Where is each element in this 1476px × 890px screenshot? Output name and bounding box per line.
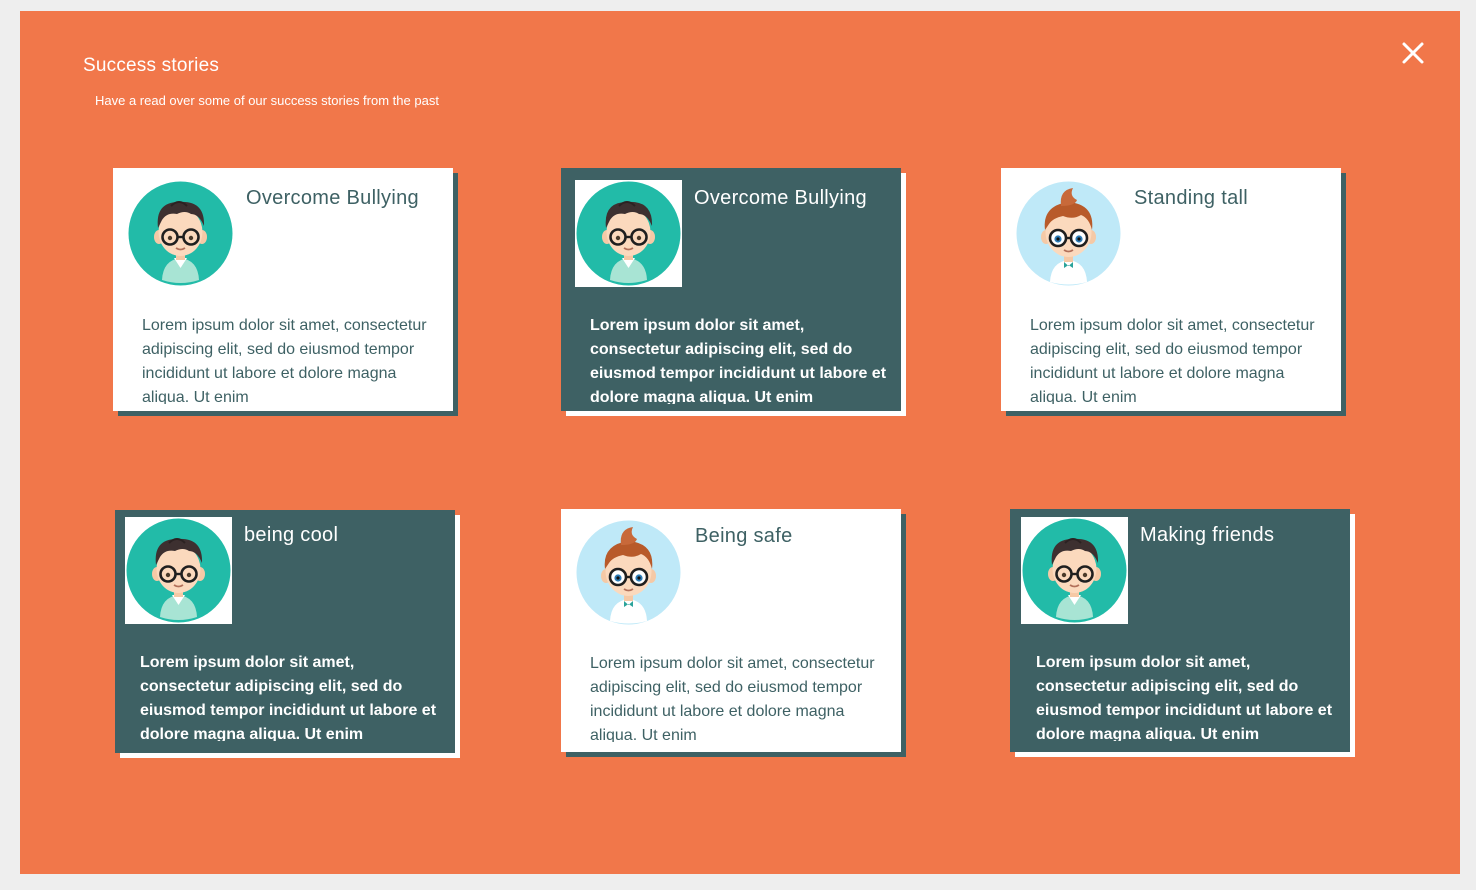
story-title: Overcome Bullying bbox=[694, 187, 867, 209]
story-card[interactable]: Overcome Bullying Lorem ipsum dolor sit … bbox=[113, 168, 453, 411]
story-title: Standing tall bbox=[1134, 187, 1248, 209]
modal-subtitle: Have a read over some of our success sto… bbox=[95, 93, 439, 108]
success-stories-modal: Success stories Have a read over some of… bbox=[20, 11, 1460, 874]
story-title: Making friends bbox=[1140, 524, 1275, 546]
story-card[interactable]: Being safe Lorem ipsum dolor sit amet, c… bbox=[561, 509, 901, 752]
story-title: Being safe bbox=[695, 525, 793, 547]
story-card[interactable]: being cool Lorem ipsum dolor sit amet, c… bbox=[115, 510, 455, 753]
story-title: Overcome Bullying bbox=[246, 187, 419, 209]
boy-dark-hair-avatar-icon bbox=[1021, 517, 1128, 624]
story-title: being cool bbox=[244, 524, 339, 546]
boy-dark-hair-avatar-icon bbox=[127, 180, 234, 287]
close-icon[interactable] bbox=[1400, 40, 1426, 66]
boy-red-hair-avatar-icon bbox=[575, 519, 682, 626]
story-excerpt: Lorem ipsum dolor sit amet, consectetur … bbox=[590, 655, 875, 742]
story-excerpt: Lorem ipsum dolor sit amet, consectetur … bbox=[140, 654, 436, 741]
boy-dark-hair-avatar-icon bbox=[125, 517, 232, 624]
story-excerpt: Lorem ipsum dolor sit amet, consectetur … bbox=[590, 317, 886, 404]
story-excerpt: Lorem ipsum dolor sit amet, consectetur … bbox=[1036, 654, 1332, 741]
boy-red-hair-avatar-icon bbox=[1015, 180, 1122, 287]
story-card[interactable]: Making friends Lorem ipsum dolor sit ame… bbox=[1010, 509, 1350, 752]
story-card[interactable]: Standing tall Lorem ipsum dolor sit amet… bbox=[1001, 168, 1341, 411]
story-excerpt: Lorem ipsum dolor sit amet, consectetur … bbox=[142, 317, 427, 404]
boy-dark-hair-avatar-icon bbox=[575, 180, 682, 287]
modal-title: Success stories bbox=[83, 55, 220, 76]
story-excerpt: Lorem ipsum dolor sit amet, consectetur … bbox=[1030, 317, 1315, 404]
story-card[interactable]: Overcome Bullying Lorem ipsum dolor sit … bbox=[561, 168, 901, 411]
